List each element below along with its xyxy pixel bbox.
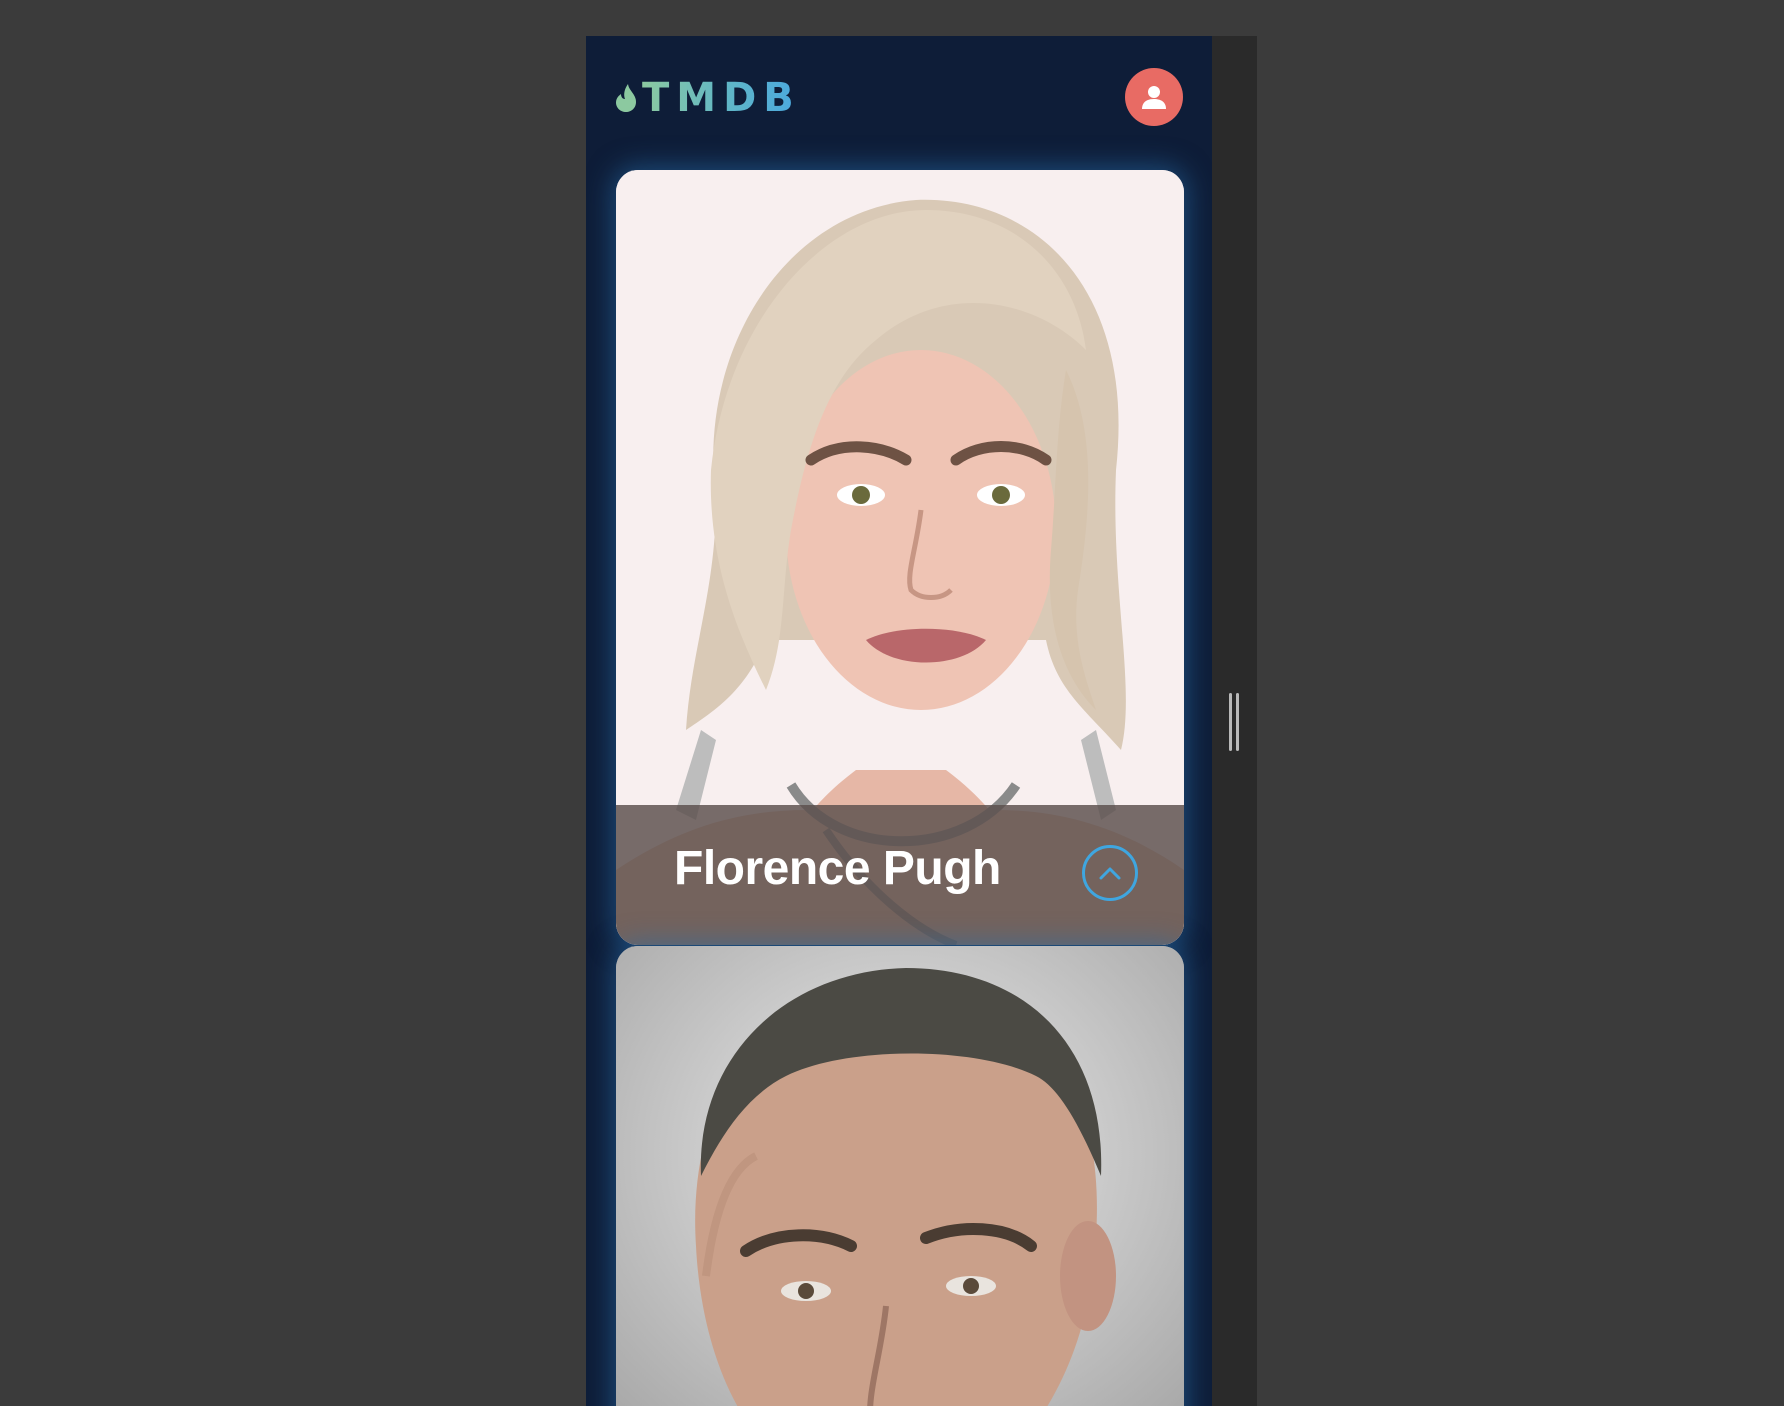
desktop-background: TMDB Florence Pugh bbox=[0, 0, 1784, 1406]
app-viewport[interactable]: TMDB Florence Pugh bbox=[586, 36, 1212, 1406]
chevron-up-icon bbox=[1099, 867, 1121, 880]
person-card[interactable]: Florence Pugh bbox=[616, 170, 1184, 945]
person-name: Florence Pugh bbox=[674, 842, 1001, 895]
person-info-bar: Florence Pugh bbox=[616, 805, 1184, 945]
mobile-device-frame: TMDB Florence Pugh bbox=[586, 36, 1257, 1406]
person-card[interactable] bbox=[616, 946, 1184, 1406]
profile-button[interactable] bbox=[1125, 68, 1183, 126]
expand-details-button[interactable] bbox=[1082, 845, 1138, 901]
handle-bar bbox=[1236, 693, 1239, 751]
app-header: TMDB bbox=[586, 36, 1212, 156]
person-photo bbox=[616, 946, 1184, 1406]
app-logo[interactable]: TMDB bbox=[614, 74, 801, 122]
resize-handle[interactable] bbox=[1229, 693, 1241, 751]
handle-bar bbox=[1229, 693, 1232, 751]
flame-icon bbox=[616, 84, 636, 112]
logo-text: TMDB bbox=[642, 75, 801, 121]
user-icon bbox=[1142, 86, 1166, 109]
